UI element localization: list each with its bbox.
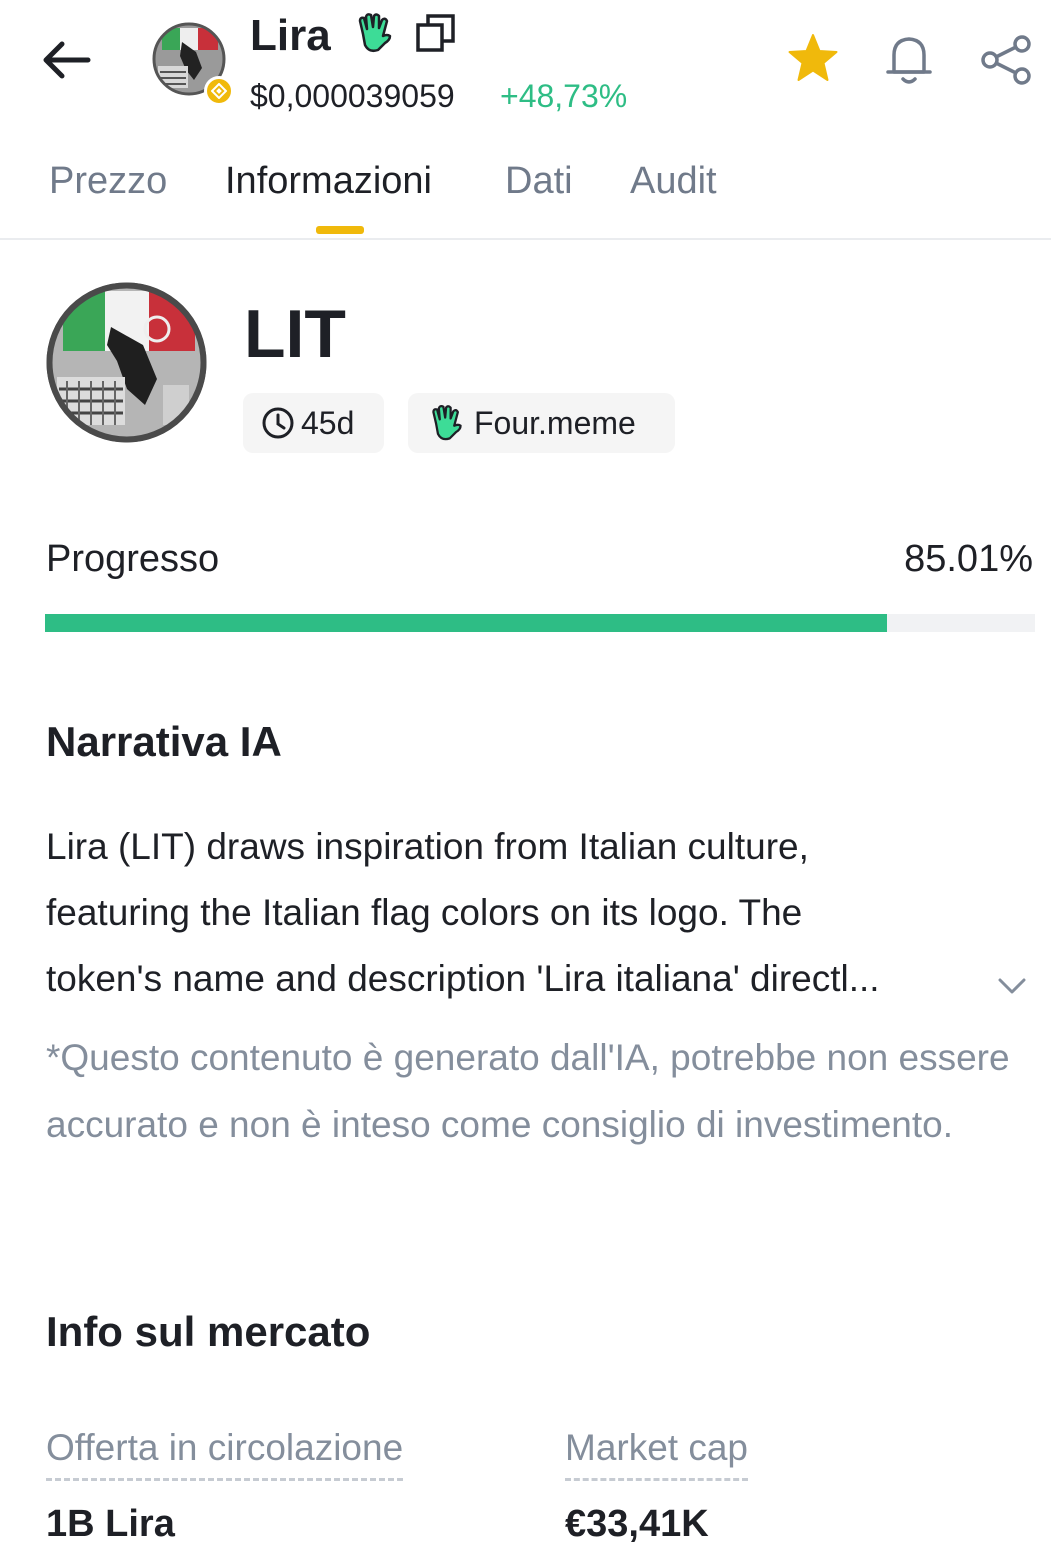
bell-icon — [886, 37, 932, 84]
narrative-line: token's name and description 'Lira itali… — [46, 958, 880, 999]
circulating-supply-label[interactable]: Offerta in circolazione — [46, 1424, 404, 1481]
narrative-line: Lira (LIT) draws inspiration from Italia… — [46, 826, 809, 867]
price-change: +48,73% — [500, 78, 628, 114]
platform-chip[interactable]: Four.meme — [408, 393, 675, 453]
back-arrow-icon — [43, 41, 91, 79]
star-icon — [788, 34, 838, 81]
tab-audit[interactable]: Audit — [630, 158, 717, 204]
narrative-title: Narrativa IA — [46, 718, 282, 765]
chevron-down-icon — [998, 978, 1026, 994]
token-symbol: LIT — [244, 296, 346, 372]
back-button[interactable] — [40, 36, 92, 84]
clock-icon — [262, 407, 294, 439]
token-logo — [45, 281, 208, 444]
four-meme-hand-icon — [432, 404, 462, 441]
token-age: 45d — [301, 404, 355, 441]
ai-disclaimer: *Questo contenuto è generato dall'IA, po… — [46, 1037, 1010, 1145]
narrative-text[interactable]: Lira (LIT) draws inspiration from Italia… — [46, 814, 1006, 1012]
circulating-supply-value: 1B Lira — [46, 1503, 175, 1545]
tab-dati[interactable]: Dati — [505, 158, 573, 204]
active-tab-indicator — [316, 226, 364, 234]
tab-informazioni[interactable]: Informazioni — [225, 158, 432, 204]
progress-bar — [45, 614, 1035, 632]
market-cap-label[interactable]: Market cap — [565, 1424, 749, 1481]
narrative-line: featuring the Italian flag colors on its… — [46, 892, 803, 933]
platform-name: Four.meme — [474, 404, 636, 441]
alert-button[interactable] — [880, 30, 938, 88]
token-name: Lira — [250, 11, 331, 60]
four-meme-hand-icon — [354, 12, 396, 54]
share-button[interactable] — [978, 32, 1034, 88]
progress-fill — [45, 614, 887, 632]
token-price: $0,000039059 — [250, 78, 455, 114]
expand-button[interactable] — [994, 968, 1030, 1004]
copy-icon[interactable] — [414, 12, 458, 54]
share-icon — [981, 35, 1031, 85]
progress-label: Progresso — [46, 538, 220, 580]
market-cap-value: €33,41K — [565, 1503, 709, 1545]
token-age-chip: 45d — [243, 393, 384, 453]
progress-value: 85.01% — [904, 538, 1033, 580]
bnb-chain-icon — [204, 76, 234, 106]
market-info-title: Info sul mercato — [46, 1308, 371, 1355]
tab-bar: Prezzo Informazioni Dati Audit — [0, 140, 1051, 240]
tab-prezzo[interactable]: Prezzo — [49, 158, 167, 204]
favorite-button[interactable] — [786, 32, 840, 86]
